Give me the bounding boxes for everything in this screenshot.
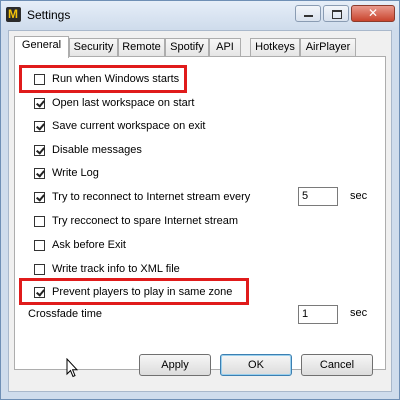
general-tab-panel: Run when Windows starts Open last worksp… [14,56,386,370]
option-reconnect-spare-stream[interactable]: Try recconect to spare Internet stream [34,213,238,229]
option-reconnect-stream[interactable]: Try to reconnect to Internet stream ever… [34,189,250,205]
crossfade-label: Crossfade time [28,308,102,320]
tab-hotkeys[interactable]: Hotkeys [250,38,300,56]
ok-button[interactable]: OK [220,354,292,376]
option-label: Ask before Exit [52,239,126,251]
option-label: Write Log [52,167,99,179]
title-bar[interactable]: M Settings ✕ [1,1,399,29]
checkbox[interactable] [34,263,45,275]
checkbox[interactable] [34,239,45,251]
checkbox[interactable] [34,215,45,227]
checkbox[interactable] [34,120,45,132]
checkbox[interactable] [34,144,45,156]
option-label: Save current workspace on exit [52,120,206,132]
mouse-pointer-icon [66,358,78,378]
close-button[interactable]: ✕ [351,5,395,22]
checkbox[interactable] [34,191,45,203]
option-save-workspace-on-exit[interactable]: Save current workspace on exit [34,118,205,134]
dialog-body: General Security Remote Spotify API Hotk… [8,30,392,392]
reconnect-interval-input[interactable]: 5 [298,187,338,206]
reconnect-interval-unit: sec [350,190,368,202]
crossfade-unit: sec [350,307,368,319]
minimize-button[interactable] [295,5,321,22]
tab-general[interactable]: General [14,36,69,58]
tab-api[interactable]: API [209,38,241,56]
maximize-button[interactable] [323,5,349,22]
checkbox[interactable] [34,167,45,179]
option-disable-messages[interactable]: Disable messages [34,142,142,158]
apply-button[interactable]: Apply [139,354,211,376]
highlight-box-prevent-same-zone [19,278,249,305]
highlight-box-run-on-startup [19,65,187,93]
tab-airplayer[interactable]: AirPlayer [300,38,356,56]
checkbox[interactable] [34,97,45,109]
option-label: Try recconect to spare Internet stream [52,215,239,227]
app-logo-icon: M [6,7,21,22]
tab-spotify[interactable]: Spotify [165,38,209,56]
option-write-log[interactable]: Write Log [34,165,99,181]
settings-window: M Settings ✕ General Security Remote Spo… [0,0,400,400]
tab-strip: General Security Remote Spotify API Hotk… [14,36,386,58]
window-title: Settings [27,8,71,22]
option-label: Write track info to XML file [52,263,180,275]
option-label: Open last workspace on start [52,97,195,109]
tab-remote[interactable]: Remote [118,38,165,56]
option-write-track-xml[interactable]: Write track info to XML file [34,261,180,277]
cancel-button[interactable]: Cancel [301,354,373,376]
close-icon: ✕ [367,6,379,20]
option-open-last-workspace[interactable]: Open last workspace on start [34,95,194,111]
option-label: Try to reconnect to Internet stream ever… [52,191,251,203]
tab-security[interactable]: Security [69,38,118,56]
option-label: Disable messages [52,144,142,156]
option-ask-before-exit[interactable]: Ask before Exit [34,237,126,253]
crossfade-input[interactable]: 1 [298,305,338,324]
